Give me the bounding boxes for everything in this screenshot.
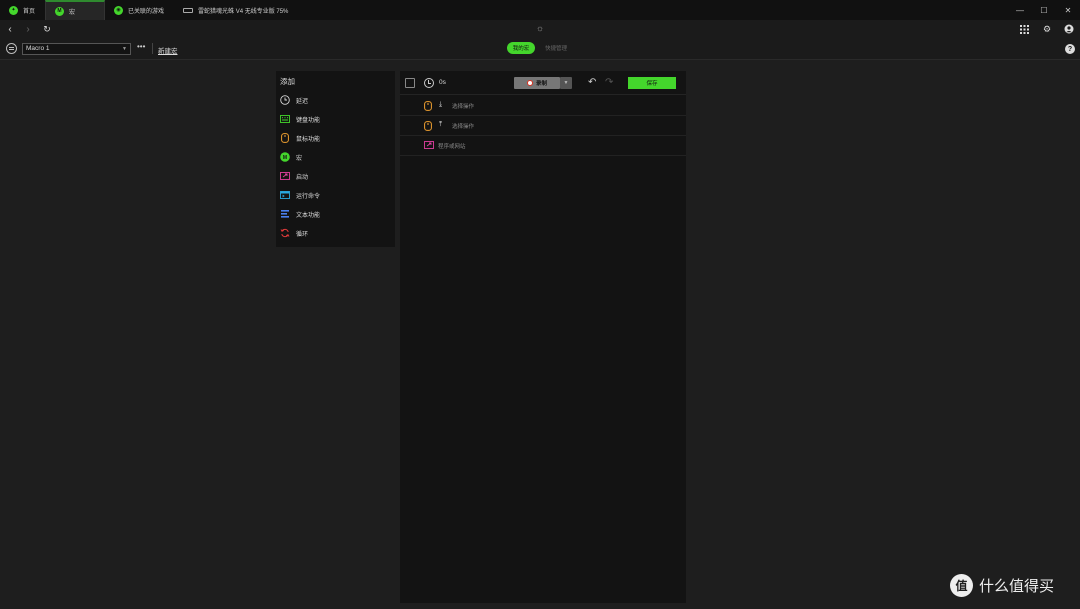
tab-label: 首页 [23,8,36,15]
text-icon [280,209,290,219]
add-item-label: 鼠标功能 [296,136,321,143]
undo-icon[interactable]: ↶ [588,77,596,88]
record-icon [526,80,533,86]
record-label: 录制 [535,81,547,87]
refresh-button[interactable]: ↻ [40,22,54,36]
select-all-checkbox[interactable] [405,78,415,88]
add-keyboard-function[interactable]: 键盘功能 [280,112,390,126]
sun-icon: ☼ [535,23,545,33]
key-up-icon: ⤒ [439,121,443,128]
back-button[interactable]: ‹ [3,22,17,36]
add-item-label: 运行命令 [296,193,321,200]
redo-icon[interactable]: ↷ [605,77,613,88]
clock-icon [280,95,290,105]
macro-step-row[interactable]: ⤓ 选择操作 [400,96,686,116]
tab-label: 雷蛇猎魂光蛛 V4 无线专业版 75% [198,8,289,15]
loop-icon [280,228,290,238]
launch-icon [424,141,434,151]
add-macro[interactable]: M 宏 [280,150,390,164]
mouse-icon [424,101,433,111]
watermark-logo-icon: 值 [950,574,973,597]
tab-macro[interactable]: M 宏 [45,0,106,20]
watermark: 值 什么值得买 [950,574,1054,597]
keyboard-icon [183,7,194,13]
add-launch[interactable]: 启动 [280,169,390,183]
apps-grid-icon[interactable] [1018,23,1030,35]
step-action-select[interactable]: 选择操作 [452,122,474,130]
key-down-icon: ⤓ [439,101,443,108]
tab-bar: ✦ 首页 M 宏 ◉ 已关联的游戏 雷蛇猎魂光蛛 V4 无线专业版 75% — … [0,0,1080,20]
tab-linked-games[interactable]: ◉ 已关联的游戏 [105,0,174,20]
add-item-label: 循环 [296,231,309,238]
add-item-label: 键盘功能 [296,117,321,124]
add-run-command[interactable]: 运行命令 [280,188,390,202]
launch-icon [280,171,290,181]
user-icon[interactable] [1063,23,1075,35]
step-program-input[interactable]: 程序或网站 [438,142,466,150]
minimize-button[interactable]: — [1008,0,1032,20]
add-text-function[interactable]: 文本功能 [280,207,390,221]
save-button[interactable]: 保存 [628,77,676,89]
mouse-icon [280,133,290,143]
tab-label: 宏 [69,9,76,16]
macro-editor: 0s 录制 ▼ ↶ ↷ 保存 ⤓ 选择操作 ⤒ 选择操作 程序或网站 [400,71,686,603]
record-options-dropdown[interactable]: ▼ [560,77,572,89]
record-button[interactable]: 录制 [514,77,560,89]
profile-list-icon[interactable] [6,43,17,54]
add-item-label: 宏 [296,155,303,162]
macro-select-value: Macro 1 [26,45,50,52]
editor-header: 0s 录制 ▼ ↶ ↷ 保存 [400,71,686,95]
tab-keyboard-device[interactable]: 雷蛇猎魂光蛛 V4 无线专业版 75% [174,0,298,20]
command-icon [280,190,290,200]
macro-icon: M [280,152,290,162]
add-panel: 添加 延迟 键盘功能 鼠标功能 M 宏 启动 运行命令 文本功能 循环 [276,71,395,247]
svg-text:M: M [283,155,287,161]
more-options-button[interactable]: ••• [137,42,145,51]
duration-text: 0s [439,79,446,86]
tab-home[interactable]: ✦ 首页 [0,0,45,20]
macro-select[interactable]: Macro 1 ▼ [22,43,131,55]
new-macro-link[interactable]: 新建宏 [158,45,178,55]
tab-label: 已关联的游戏 [128,8,165,15]
gamepad-icon: ◉ [114,5,124,15]
add-item-label: 延迟 [296,98,309,105]
chevron-down-icon: ▼ [122,46,127,52]
mouse-icon [424,121,433,131]
clock-icon [424,78,434,88]
step-action-select[interactable]: 选择操作 [452,102,474,110]
watermark-text: 什么值得买 [979,577,1055,595]
macro-m-icon: M [55,6,65,16]
keyboard-icon [280,114,290,124]
divider [152,43,153,54]
add-panel-title: 添加 [280,77,295,86]
add-delay[interactable]: 延迟 [280,93,390,107]
add-mouse-function[interactable]: 鼠标功能 [280,131,390,145]
razer-snake-icon: ✦ [9,5,18,15]
maximize-button[interactable]: ☐ [1032,0,1056,20]
close-button[interactable]: ✕ [1056,0,1080,20]
window-controls: — ☐ ✕ [1008,0,1080,20]
add-item-label: 启动 [296,174,309,181]
macro-toolbar: Macro 1 ▼ ••• 新建宏 我的宏 快捷管理 ? [0,38,1080,60]
help-button[interactable]: ? [1065,44,1075,54]
tab-shortcut-manager[interactable]: 快捷管理 [545,42,567,54]
macro-step-row[interactable]: 程序或网站 [400,136,686,156]
macro-step-row[interactable]: ⤒ 选择操作 [400,116,686,136]
forward-button[interactable]: › [21,22,35,36]
add-loop[interactable]: 循环 [280,226,390,240]
add-item-label: 文本功能 [296,212,321,219]
nav-bar: ‹ › ↻ ☼ ⚙ [0,20,1080,38]
gear-icon[interactable]: ⚙ [1041,23,1053,35]
tab-my-macros[interactable]: 我的宏 [507,42,535,54]
